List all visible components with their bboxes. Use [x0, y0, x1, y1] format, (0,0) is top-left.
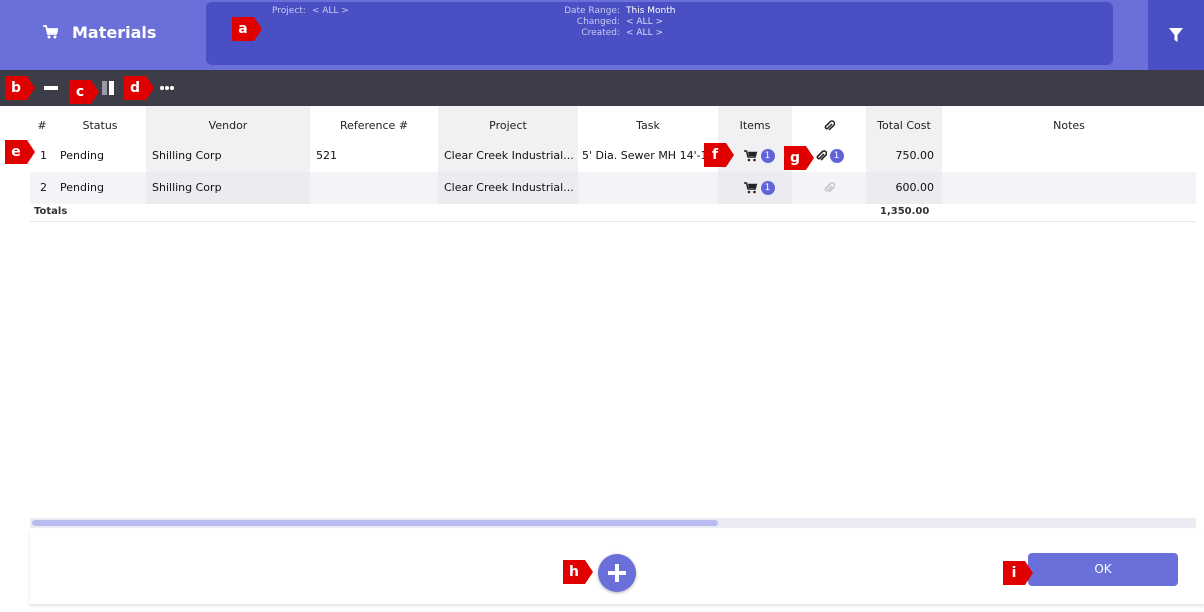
- paperclip-icon: [816, 150, 827, 161]
- marker-h: h: [563, 557, 595, 587]
- paperclip-icon: [824, 182, 835, 193]
- table-row[interactable]: 2 Pending Shilling Corp Clear Creek Indu…: [30, 172, 1196, 204]
- notes-cell[interactable]: [942, 172, 1196, 204]
- more-icon: [160, 86, 174, 90]
- materials-grid: # Status Vendor Reference # Project Task…: [30, 106, 1196, 222]
- collapse-button[interactable]: [44, 78, 58, 98]
- project-cell[interactable]: Clear Creek Industrial...: [438, 172, 578, 204]
- marker-g: g: [784, 143, 816, 173]
- changed-filter: Changed: < ALL >: [546, 17, 746, 28]
- project-filter-value: < ALL >: [311, 6, 349, 16]
- changed-label: Changed:: [576, 17, 620, 27]
- created-label: Created:: [581, 28, 620, 38]
- page-title: Materials: [42, 20, 156, 44]
- reference-cell[interactable]: 521: [310, 140, 438, 172]
- marker-a: a: [232, 14, 264, 44]
- task-cell[interactable]: [578, 172, 718, 204]
- notes-cell[interactable]: [942, 140, 1196, 172]
- marker-i: i: [1003, 558, 1035, 588]
- vendor-cell[interactable]: Shilling Corp: [146, 172, 310, 204]
- marker-c: c: [69, 77, 101, 107]
- attachment-count-badge: 1: [829, 149, 844, 163]
- marker-e: e: [5, 137, 37, 167]
- total-cost-cell[interactable]: 750.00: [866, 140, 942, 172]
- cart-icon: [743, 182, 757, 194]
- items-count-badge: 1: [760, 181, 775, 195]
- col-header-vendor[interactable]: Vendor: [146, 106, 310, 140]
- project-filter: Project: < ALL >: [272, 6, 349, 17]
- project-cell[interactable]: Clear Creek Industrial...: [438, 140, 578, 172]
- marker-d: d: [124, 73, 156, 103]
- totals-value: 1,350.00: [880, 206, 930, 217]
- horizontal-scrollbar[interactable]: [30, 518, 1196, 528]
- cart-icon: [743, 150, 757, 162]
- col-header-attachments[interactable]: [792, 106, 866, 140]
- col-header-project[interactable]: Project: [438, 106, 578, 140]
- columns-icon: [102, 81, 114, 95]
- marker-f: f: [704, 140, 736, 170]
- paperclip-icon: [824, 120, 835, 131]
- date-filters: Date Range: This Month Changed: < ALL > …: [546, 6, 746, 39]
- vendor-cell[interactable]: Shilling Corp: [146, 140, 310, 172]
- totals-label: Totals: [34, 206, 68, 217]
- app-header: Materials Project: < ALL > Date Range: T…: [0, 0, 1204, 70]
- totals-row: Totals 1,350.00: [30, 204, 1196, 222]
- cart-icon: [43, 25, 58, 39]
- total-cost-cell[interactable]: 600.00: [866, 172, 942, 204]
- status-cell[interactable]: Pending: [54, 140, 146, 172]
- page-title-text: Materials: [72, 22, 157, 42]
- col-header-task[interactable]: Task: [578, 106, 718, 140]
- col-header-items[interactable]: Items: [718, 106, 792, 140]
- date-range-filter: Date Range: This Month: [546, 6, 746, 17]
- scrollbar-thumb[interactable]: [32, 520, 718, 526]
- items-cell[interactable]: 1: [718, 172, 792, 204]
- filter-icon: [1169, 28, 1183, 42]
- col-header-notes[interactable]: Notes: [942, 106, 1196, 140]
- attachments-cell[interactable]: [792, 172, 866, 204]
- filter-summary-panel[interactable]: Project: < ALL > Date Range: This Month …: [206, 2, 1113, 65]
- created-filter: Created: < ALL >: [546, 28, 746, 39]
- marker-b: b: [5, 73, 37, 103]
- date-range-value: This Month: [626, 6, 676, 16]
- minus-icon: [44, 86, 58, 90]
- table-row[interactable]: 1 Pending Shilling Corp 521 Clear Creek …: [30, 140, 1196, 172]
- row-number: 2: [40, 181, 47, 194]
- more-button[interactable]: [160, 78, 174, 98]
- col-header-reference[interactable]: Reference #: [310, 106, 438, 140]
- grid-toolbar: [0, 70, 1204, 106]
- status-cell[interactable]: Pending: [54, 172, 146, 204]
- grid-header-row: # Status Vendor Reference # Project Task…: [30, 106, 1196, 140]
- plus-icon: [608, 564, 626, 582]
- task-cell[interactable]: 5' Dia. Sewer MH 14'-16': [578, 140, 718, 172]
- columns-button[interactable]: [102, 78, 114, 98]
- col-header-total-cost[interactable]: Total Cost: [866, 106, 942, 140]
- filter-button[interactable]: [1148, 0, 1204, 70]
- ok-button[interactable]: OK: [1028, 553, 1178, 586]
- add-material-button[interactable]: [598, 554, 636, 592]
- project-filter-label: Project:: [272, 6, 306, 16]
- reference-cell[interactable]: [310, 172, 438, 204]
- col-header-num[interactable]: #: [30, 106, 54, 140]
- changed-value: < ALL >: [626, 17, 663, 27]
- date-range-label: Date Range:: [564, 6, 620, 16]
- created-value: < ALL >: [626, 28, 663, 38]
- items-count-badge: 1: [760, 149, 775, 163]
- col-header-status[interactable]: Status: [54, 106, 146, 140]
